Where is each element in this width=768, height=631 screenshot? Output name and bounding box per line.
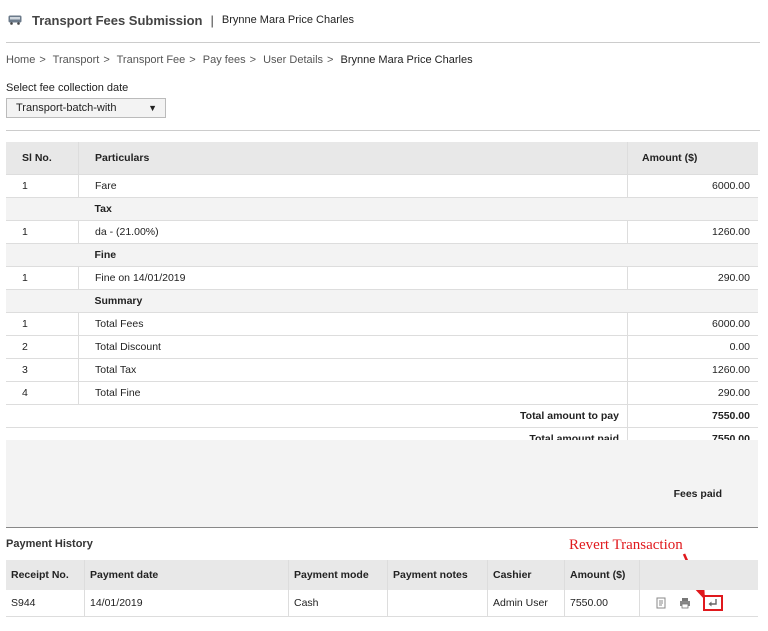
row-actions [639,590,758,617]
page-header: Transport Fees Submission | Brynne Mara … [8,10,354,30]
payment-notes [387,590,488,617]
col-payment-mode: Payment mode [288,560,388,590]
breadcrumb-chevron: > [39,54,46,66]
breadcrumb: Home > Transport > Transport Fee > Pay fees… [6,54,473,66]
student-name: Brynne Mara Price Charles [221,14,354,26]
breadcrumb-pay-fees[interactable]: Pay fees [203,54,246,66]
col-receipt-no: Receipt No. [6,560,85,590]
col-particulars: Particulars [78,142,628,175]
page-title: Transport Fees Submission [32,12,203,28]
breadcrumb-chevron: > [249,54,257,66]
col-amount: Amount ($) [564,560,640,590]
section-row-summary: Summary [6,289,758,313]
header-divider [6,42,760,43]
table-row: 1 Fare 6000.00 [6,174,758,198]
col-sl-no: Sl No. [6,142,79,175]
breadcrumb-chevron: > [327,54,334,66]
select-value: Transport-batch-with [16,102,117,114]
revert-icon [708,599,717,607]
fees-table-header: Sl No. Particulars Amount ($) [6,142,758,175]
breadcrumb-user-details[interactable]: User Details [263,54,323,66]
table-row: 4 Total Fine 290.00 [6,381,758,405]
section-row-fine: Fine [6,243,758,267]
dropdown-arrow-icon: ▼ [148,103,157,113]
breadcrumb-home[interactable]: Home [6,54,35,66]
title-separator: | [210,12,214,28]
revert-transaction-annotation: Revert Transaction [569,537,683,553]
col-amount: Amount ($) [627,142,758,175]
section-divider [6,130,760,131]
receipt-no: S944 [6,590,85,617]
table-row: 1 Total Fees 6000.00 [6,312,758,336]
payment-date: 14/01/2019 [84,590,289,617]
fees-paid-status: Fees paid [673,488,722,500]
pdf-icon[interactable] [655,597,667,609]
payment-history-title: Payment History [6,538,93,550]
revert-transaction-button[interactable] [703,595,723,611]
payment-history-header: Receipt No. Payment date Payment mode Pa… [6,560,758,590]
breadcrumb-chevron: > [103,54,110,66]
print-icon[interactable] [679,597,691,609]
total-to-pay-row: Total amount to pay 7550.00 [6,404,758,428]
payment-amount: 7550.00 [564,590,640,617]
table-row: 2 Total Discount 0.00 [6,335,758,359]
breadcrumb-chevron: > [189,54,196,66]
date-select-label: Select fee collection date [6,82,129,94]
payment-history-table: Receipt No. Payment date Payment mode Pa… [6,560,758,617]
breadcrumb-transport-fee[interactable]: Transport Fee [117,54,186,66]
fees-paid-panel: Fees paid [6,440,758,528]
section-row-tax: Tax [6,197,758,221]
cashier: Admin User [487,590,565,617]
bus-icon [8,15,22,25]
payment-mode: Cash [288,590,388,617]
col-payment-notes: Payment notes [387,560,488,590]
table-row: S944 14/01/2019 Cash Admin User 7550.00 [6,590,758,617]
col-cashier: Cashier [487,560,565,590]
table-row: 1 Fine on 14/01/2019 290.00 [6,266,758,290]
table-row: 1 da - (21.00%) 1260.00 [6,220,758,244]
fees-table: Sl No. Particulars Amount ($) 1 Fare 600… [6,142,758,451]
breadcrumb-transport[interactable]: Transport [53,54,100,66]
col-actions [639,560,758,590]
breadcrumb-current: Brynne Mara Price Charles [340,54,473,66]
table-row: 3 Total Tax 1260.00 [6,358,758,382]
fee-collection-date-select[interactable]: Transport-batch-with ▼ [6,98,166,118]
col-payment-date: Payment date [84,560,289,590]
